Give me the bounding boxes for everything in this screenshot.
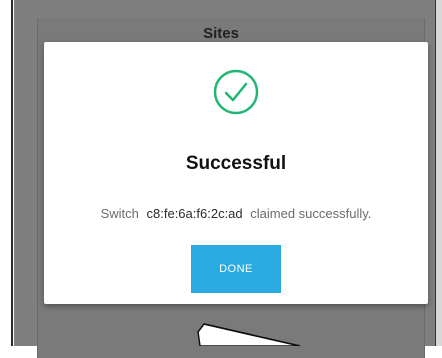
message-suffix: claimed successfully. [250, 206, 372, 221]
dialog-title: Successful [185, 153, 287, 174]
check-circle-icon [213, 69, 259, 115]
device-mac-address: c8:fe:6a:f6:2c:ad [146, 206, 243, 221]
success-dialog: Successful Switch c8:fe:6a:f6:2c:ad clai… [44, 42, 428, 304]
page-title: Sites [203, 25, 239, 42]
window-frame-right [435, 0, 442, 346]
success-message: Switch c8:fe:6a:f6:2c:ad claimed success… [44, 206, 428, 221]
message-prefix: Switch [100, 206, 139, 221]
window-edge [11, 0, 13, 346]
done-button[interactable]: DONE [191, 245, 281, 293]
